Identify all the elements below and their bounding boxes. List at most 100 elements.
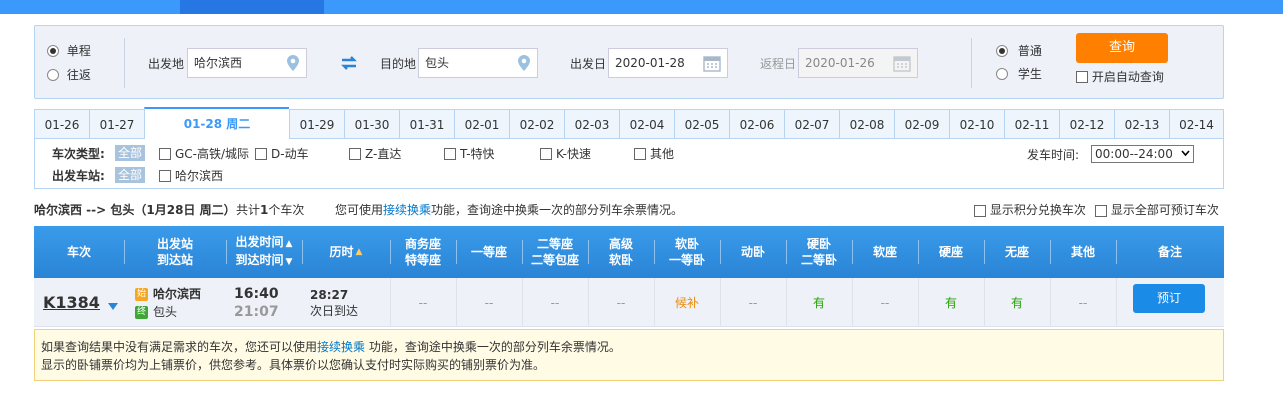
premium-sleeper-cell: -- <box>616 295 626 310</box>
notice-transfer-link[interactable]: 接续换乘 <box>317 340 365 354</box>
return-date-input[interactable]: 2020-01-26 <box>798 48 918 78</box>
points-checkbox[interactable] <box>974 204 986 217</box>
passenger-student-radio[interactable] <box>996 67 1008 80</box>
date-tab[interactable]: 02-01 <box>454 109 509 139</box>
depart-time-label: 发车时间: <box>1027 148 1080 162</box>
trip-round-radio[interactable] <box>47 68 59 81</box>
points-option[interactable]: 显示积分兑换车次 <box>974 201 1086 218</box>
date-tab[interactable]: 02-12 <box>1059 109 1114 139</box>
trip-round[interactable]: 往返 <box>47 66 91 83</box>
from-station-value: 哈尔滨西 <box>194 56 243 70</box>
date-tab[interactable]: 02-02 <box>509 109 564 139</box>
filter-d[interactable]: D-动车 <box>255 145 309 162</box>
swap-icon[interactable] <box>340 55 358 71</box>
col-hard-sleeper: 硬卧 二等卧 <box>786 226 852 278</box>
passenger-normal[interactable]: 普通 <box>996 42 1042 59</box>
col-second-line2: 二等包座 <box>530 253 579 267</box>
hard-sleeper-cell[interactable]: 有 <box>786 278 852 327</box>
filter-checkbox[interactable] <box>444 147 456 160</box>
date-tab[interactable]: 02-09 <box>894 109 949 139</box>
date-tab[interactable]: 02-11 <box>1004 109 1059 139</box>
date-tab[interactable]: 01-30 <box>344 109 399 139</box>
date-tab[interactable]: 02-08 <box>839 109 894 139</box>
date-tab[interactable]: 01-26 <box>34 109 89 139</box>
col-business-line2: 特等座 <box>404 253 441 267</box>
info-notice: 如果查询结果中没有满足需求的车次，您还可以使用接续换乘 功能，查询途中换乘一次的… <box>34 329 1224 381</box>
depart-time: 16:40 <box>234 285 279 302</box>
filter-checkbox[interactable] <box>255 147 267 160</box>
passenger-normal-radio[interactable] <box>996 44 1008 57</box>
depart-date-input[interactable]: 2020-01-28 <box>608 48 728 78</box>
query-button[interactable]: 查询 <box>1076 33 1168 63</box>
filter-gc-label: GC-高铁/城际 <box>175 147 250 161</box>
hard-seat-cell[interactable]: 有 <box>918 278 984 327</box>
location-pin-icon <box>518 55 530 71</box>
soft-sleeper-cell[interactable]: 候补 <box>654 278 720 327</box>
filter-checkbox[interactable] <box>159 169 171 182</box>
query-panel: 单程 往返 出发地 哈尔滨西 目的地 包头 出发日 2020-01-28 返程日 <box>34 25 1224 99</box>
date-tab[interactable]: 02-04 <box>619 109 674 139</box>
date-tab[interactable]: 01-31 <box>399 109 454 139</box>
filter-checkbox[interactable] <box>349 147 361 160</box>
auto-query-option[interactable]: 开启自动查询 <box>1076 68 1164 85</box>
auto-query-checkbox[interactable] <box>1076 70 1088 83</box>
filter-k[interactable]: K-快速 <box>540 145 591 162</box>
col-duration[interactable]: 历时 ▲ <box>302 226 390 278</box>
filter-gc[interactable]: GC-高铁/城际 <box>159 145 249 162</box>
filter-station-label: 哈尔滨西 <box>175 169 224 183</box>
date-tab[interactable]: 02-03 <box>564 109 619 139</box>
filter-checkbox[interactable] <box>634 147 646 160</box>
filter-t[interactable]: T-特快 <box>444 145 495 162</box>
col-second: 二等座 二等包座 <box>522 226 588 278</box>
bookable-option[interactable]: 显示全部可预订车次 <box>1095 201 1219 218</box>
from-station-input[interactable]: 哈尔滨西 <box>187 48 307 78</box>
filter-panel: 车次类型: 全部 GC-高铁/城际 D-动车 Z-直达 T-特快 K-快速 其他… <box>34 139 1224 189</box>
date-tab[interactable]: 01-29 <box>289 109 344 139</box>
col-times[interactable]: 出发时间 ▲ 到达时间 ▼ <box>226 226 302 278</box>
to-station-input[interactable]: 包头 <box>418 48 538 78</box>
times-cell: 16:40 21:07 <box>226 278 302 327</box>
train-number[interactable]: K1384 <box>43 293 100 312</box>
date-tab[interactable]: 02-07 <box>784 109 839 139</box>
bookable-checkbox[interactable] <box>1095 204 1107 217</box>
col-soft-seat: 软座 <box>872 245 897 259</box>
transfer-link[interactable]: 接续换乘 <box>383 203 431 217</box>
col-first: 一等座 <box>470 245 507 259</box>
station-all-button[interactable]: 全部 <box>115 167 146 183</box>
filter-z[interactable]: Z-直达 <box>349 145 401 162</box>
train-number-cell[interactable]: K1384 <box>34 278 124 327</box>
nav-active-tab[interactable] <box>180 0 324 14</box>
train-type-all-button[interactable]: 全部 <box>115 145 146 161</box>
sort-up-icon[interactable]: ▲ <box>356 244 363 260</box>
trip-one-way[interactable]: 单程 <box>47 42 91 59</box>
date-tab[interactable]: 02-05 <box>674 109 729 139</box>
filter-checkbox[interactable] <box>159 147 171 160</box>
filter-other-label: 其他 <box>650 147 675 161</box>
date-tab[interactable]: 01-27 <box>89 109 144 139</box>
calendar-icon[interactable] <box>703 54 721 72</box>
date-tab[interactable]: 02-14 <box>1169 109 1224 139</box>
filter-station[interactable]: 哈尔滨西 <box>159 167 223 184</box>
sort-down-icon[interactable]: ▼ <box>286 257 293 267</box>
expand-arrow-icon[interactable] <box>107 303 118 310</box>
date-tabs: 01-26 01-27 01-28 周二 01-29 01-30 01-31 02-01 02… <box>34 107 1224 139</box>
filter-other[interactable]: 其他 <box>634 145 674 162</box>
sort-up-icon[interactable]: ▲ <box>286 239 293 249</box>
passenger-student[interactable]: 学生 <box>996 65 1042 82</box>
no-seat-cell[interactable]: 有 <box>984 278 1050 327</box>
date-tab[interactable]: 02-06 <box>729 109 784 139</box>
col-stations-line1: 出发站 <box>156 237 193 251</box>
date-tab[interactable]: 02-13 <box>1114 109 1169 139</box>
duration-cell: 28:27 次日到达 <box>302 278 390 327</box>
col-no-seat: 无座 <box>1004 245 1029 259</box>
depart-time-select[interactable]: 00:00--24:00 <box>1091 145 1194 163</box>
book-button[interactable]: 预订 <box>1133 284 1205 313</box>
station-label: 出发车站: <box>52 169 105 183</box>
calendar-icon[interactable] <box>893 54 911 72</box>
filter-t-label: T-特快 <box>460 147 495 161</box>
date-tab[interactable]: 01-28 周二 <box>144 107 289 139</box>
table-row: K1384 始哈尔滨西 终包头 16:40 21:07 28:27 次日到达 -… <box>34 278 1224 327</box>
date-tab[interactable]: 02-10 <box>949 109 1004 139</box>
trip-one-way-radio[interactable] <box>47 44 59 57</box>
filter-checkbox[interactable] <box>540 147 552 160</box>
